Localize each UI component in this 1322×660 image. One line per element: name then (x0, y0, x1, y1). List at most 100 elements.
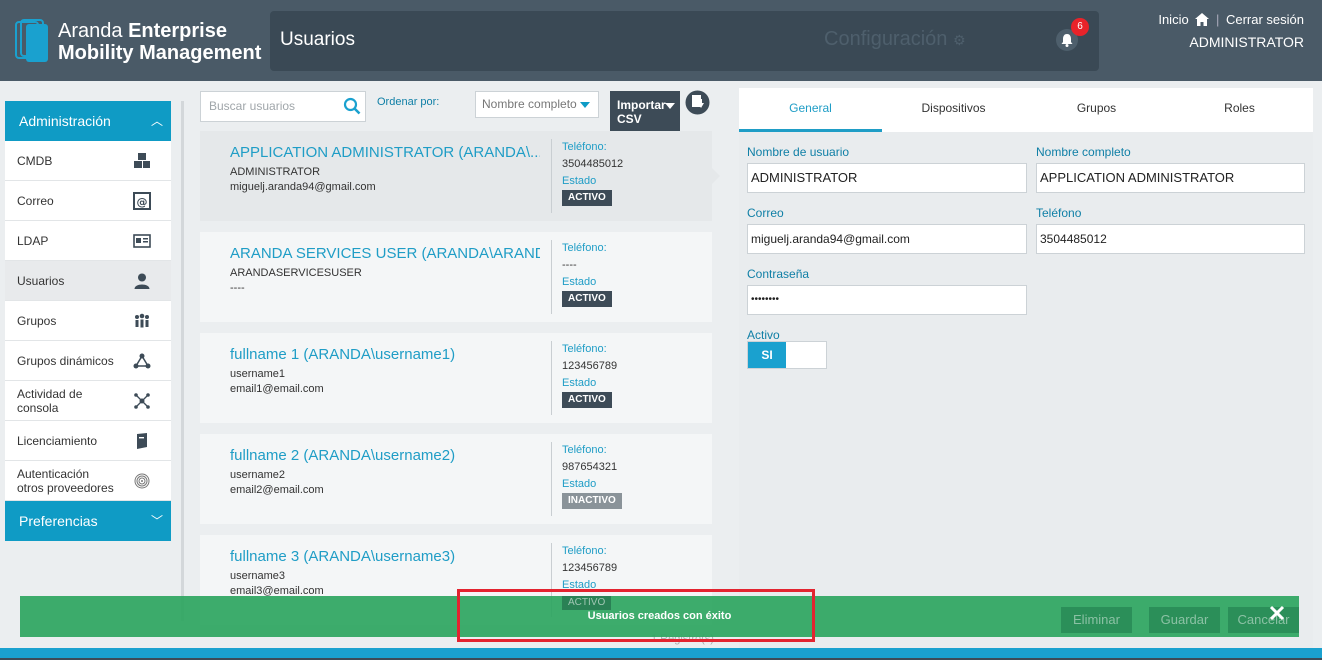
user-card-email: email2@email.com (230, 484, 324, 496)
phone-label: Teléfono: (562, 242, 607, 254)
sidebar-item-grupos-dinamicos[interactable]: Grupos dinámicos (5, 341, 171, 381)
user-card[interactable]: ARANDA SERVICES USER (ARANDA\ARAND... AR… (200, 232, 712, 322)
phone-field[interactable]: 3504485012 (1036, 224, 1305, 254)
phone-label: Teléfono: (562, 343, 607, 355)
notification-badge: 6 (1071, 18, 1089, 36)
search-input[interactable]: Buscar usuarios (200, 91, 366, 122)
user-card-name[interactable]: fullname 1 (ARANDA\username1) (230, 346, 540, 363)
search-placeholder: Buscar usuarios (209, 99, 296, 113)
cancel-button[interactable]: Cancelar (1228, 607, 1299, 633)
sidebar-item-correo[interactable]: Correo @ (5, 181, 171, 221)
sidebar-item-label: Grupos dinámicos (17, 353, 114, 368)
order-by-select[interactable]: Nombre completo (475, 91, 599, 118)
status-badge: ACTIVO (562, 291, 612, 307)
user-card[interactable]: fullname 2 (ARANDA\username2) username2 … (200, 434, 712, 524)
tab-dispositivos[interactable]: Dispositivos (882, 88, 1025, 132)
brand-line2: Mobility Management (58, 42, 262, 64)
user-card-phone: 123456789 (562, 562, 618, 574)
highlight-box (457, 589, 815, 642)
user-card-phone: 3504485012 (562, 158, 624, 170)
title-bar: Usuarios Configuración ⚙ 6 (270, 11, 1099, 71)
card-divider (551, 240, 552, 314)
sidebar-section-admin[interactable]: Administración ︿ (5, 101, 171, 141)
sidebar-item-cmdb[interactable]: CMDB (5, 141, 171, 181)
dropdown-caret-icon (580, 102, 590, 108)
sidebar-item-licenciamiento[interactable]: Licenciamiento (5, 421, 171, 461)
user-card-email: miguelj.aranda94@gmail.com (230, 181, 376, 193)
svg-text:@: @ (137, 196, 148, 209)
sidebar-item-label: Licenciamiento (17, 433, 98, 448)
search-icon[interactable] (343, 97, 361, 115)
user-card-username: username3 (230, 570, 286, 582)
user-card[interactable]: fullname 1 (ARANDA\username1) username1 … (200, 333, 712, 423)
current-user-name: ADMINISTRATOR (1189, 34, 1304, 50)
brand-name: Aranda Enterprise Mobility Management (58, 20, 261, 64)
tab-roles[interactable]: Roles (1168, 88, 1311, 132)
selection-arrow (712, 168, 720, 184)
home-icon[interactable] (1195, 13, 1210, 27)
sidebar-section-preferencias[interactable]: Preferencias ﹀ (5, 501, 171, 541)
aranda-logo-icon (15, 19, 48, 62)
sidebar-item-label: Actividad de consola (17, 386, 83, 415)
sidebar-item-label: Autenticación otros proveedores (17, 466, 114, 495)
sidebar-item-usuarios[interactable]: Usuarios (5, 261, 171, 301)
gear-icon: ⚙ (952, 32, 966, 48)
delete-button[interactable]: Eliminar (1061, 607, 1132, 633)
sidebar-scrollbar[interactable] (181, 101, 184, 621)
phone-label: Teléfono: (562, 444, 607, 456)
user-detail-panel: General Dispositivos Grupos Roles Nombre… (739, 88, 1313, 648)
username-label: Nombre de usuario (747, 145, 850, 159)
sidebar-item-label: Grupos (17, 313, 57, 328)
sidebar-item-ldap[interactable]: LDAP (5, 221, 171, 261)
user-card-phone: ---- (562, 259, 577, 271)
sidebar-section-admin-label: Administración (19, 113, 111, 129)
cubes-icon (134, 153, 150, 168)
active-toggle-on: SI (748, 342, 786, 368)
tab-general[interactable]: General (739, 88, 882, 132)
sidebar-item-label: CMDB (17, 153, 53, 168)
status-label: Estado (562, 175, 597, 187)
order-by-value: Nombre completo (482, 97, 577, 111)
bottom-strip (0, 648, 1322, 660)
sidebar-item-label: Correo (17, 193, 54, 208)
fingerprint-icon (134, 473, 150, 489)
fullname-field[interactable]: APPLICATION ADMINISTRATOR (1036, 163, 1305, 193)
user-card-name[interactable]: APPLICATION ADMINISTRATOR (ARANDA\... (230, 144, 540, 161)
logout-link[interactable]: Cerrar sesión (1226, 12, 1304, 27)
status-label: Estado (562, 276, 597, 288)
download-file-icon[interactable] (685, 90, 710, 115)
chevron-up-icon: ︿ (150, 114, 163, 128)
active-toggle[interactable]: SI (747, 341, 827, 369)
card-divider (551, 341, 552, 415)
home-link[interactable]: Inicio (1158, 12, 1188, 27)
status-label: Estado (562, 377, 597, 389)
user-card[interactable]: APPLICATION ADMINISTRATOR (ARANDA\... AD… (200, 131, 712, 221)
sidebar-item-grupos[interactable]: Grupos (5, 301, 171, 341)
card-divider (551, 442, 552, 516)
user-card-name[interactable]: fullname 2 (ARANDA\username2) (230, 447, 540, 464)
sidebar: Administración ︿ CMDB Correo @ LDAP Usua… (5, 101, 171, 541)
close-icon[interactable] (1269, 605, 1285, 621)
password-label: Contraseña (747, 267, 810, 281)
order-by-label: Ordenar por: (377, 96, 440, 108)
password-field[interactable]: •••••••• (747, 285, 1027, 315)
sidebar-item-actividad-consola[interactable]: Actividad de consola (5, 381, 171, 421)
status-label: Estado (562, 478, 597, 490)
tab-grupos[interactable]: Grupos (1025, 88, 1168, 132)
top-links: Inicio | Cerrar sesión (1158, 12, 1304, 28)
config-label: Configuración (824, 28, 948, 50)
username-field[interactable]: ADMINISTRATOR (747, 163, 1027, 193)
config-link[interactable]: Configuración ⚙ (824, 28, 966, 51)
email-field[interactable]: miguelj.aranda94@gmail.com (747, 224, 1027, 254)
sidebar-item-label: LDAP (17, 233, 49, 248)
brand-line1b: Enterprise (128, 20, 227, 42)
brand-line1a: Aranda (58, 20, 129, 42)
at-sign-icon: @ (133, 192, 151, 210)
save-button[interactable]: Guardar (1149, 607, 1220, 633)
fullname-label: Nombre completo (1036, 145, 1131, 159)
user-card-name[interactable]: fullname 3 (ARANDA\username3) (230, 548, 540, 565)
activity-nodes-icon (134, 393, 150, 409)
import-csv-button[interactable]: Importar CSV (610, 91, 680, 132)
user-card-name[interactable]: ARANDA SERVICES USER (ARANDA\ARAND... (230, 245, 540, 262)
sidebar-item-autenticacion[interactable]: Autenticación otros proveedores (5, 461, 171, 501)
